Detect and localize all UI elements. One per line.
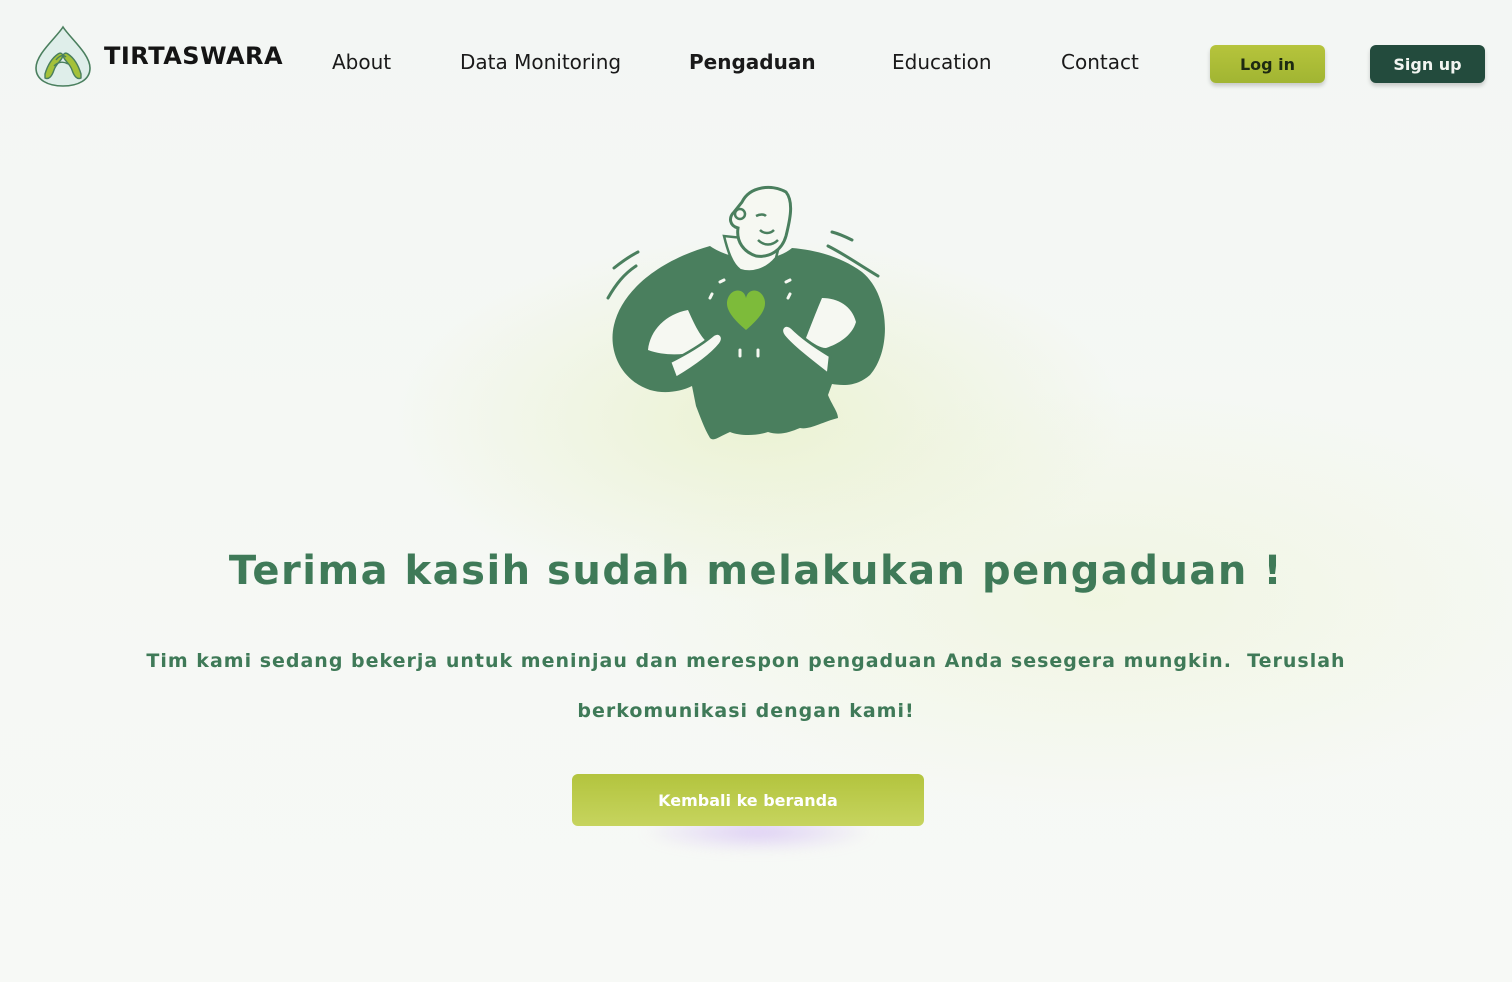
confirmation-message-line: Tim kami sedang bekerja untuk meninjau d…	[146, 650, 1346, 672]
nav-data-monitoring[interactable]: Data Monitoring	[460, 50, 621, 74]
person-heart-illustration	[606, 185, 885, 440]
nav-education[interactable]: Education	[892, 50, 992, 74]
water-drop-hands-icon	[35, 25, 91, 87]
nav-pengaduan[interactable]: Pengaduan	[689, 50, 816, 74]
navbar: TIRTASWARA About Data Monitoring Pengadu…	[0, 0, 1512, 128]
brand-logo-link[interactable]: TIRTASWARA	[32, 24, 283, 88]
confirmation-message-line: berkomunikasi dengan kami!	[577, 700, 915, 722]
nav-contact[interactable]: Contact	[1061, 50, 1139, 74]
brand-name: TIRTASWARA	[104, 42, 284, 70]
back-to-home-button[interactable]: Kembali ke beranda	[572, 774, 924, 826]
nav-about[interactable]: About	[332, 50, 391, 74]
login-button[interactable]: Log in	[1210, 45, 1325, 83]
signup-button[interactable]: Sign up	[1370, 45, 1485, 83]
confirmation-message: Tim kami sedang bekerja untuk meninjau d…	[146, 636, 1346, 736]
page-title: Terima kasih sudah melakukan pengaduan !	[228, 548, 1284, 594]
